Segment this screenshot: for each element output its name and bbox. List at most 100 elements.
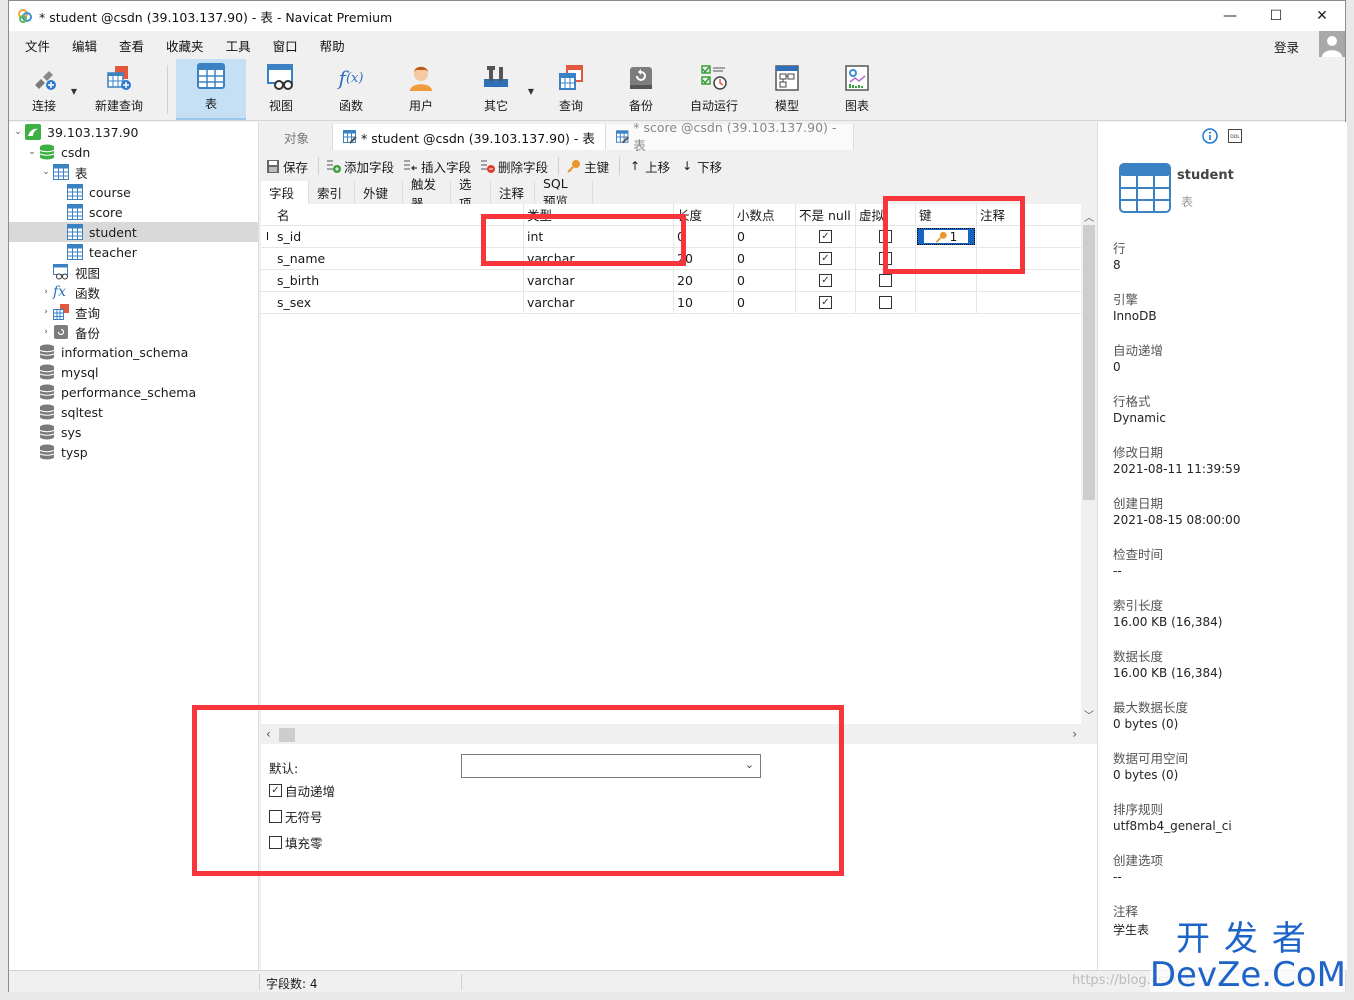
login-link[interactable]: 登录: [1274, 37, 1299, 56]
tab-student-table[interactable]: * student @csdn (39.103.137.90) - 表: [333, 124, 606, 150]
virtual-checkbox[interactable]: [879, 296, 892, 309]
field-length-cell[interactable]: 20: [674, 270, 734, 291]
header-name[interactable]: 名: [274, 204, 524, 225]
save-button[interactable]: 保存: [266, 157, 308, 176]
field-type-cell[interactable]: varchar: [524, 292, 674, 313]
default-value-select[interactable]: ⌄: [461, 754, 761, 778]
menu-edit[interactable]: 编辑: [61, 36, 108, 55]
tree-table-student[interactable]: student: [9, 222, 258, 242]
field-name-cell[interactable]: s_birth: [274, 270, 524, 291]
tree-database-mysql[interactable]: mysql: [9, 362, 258, 382]
info-icon[interactable]: [1202, 128, 1218, 144]
chevron-right-icon[interactable]: ›: [39, 287, 53, 297]
scroll-right-icon[interactable]: ›: [1072, 727, 1077, 741]
unsigned-option[interactable]: 无符号: [269, 807, 323, 826]
model-button[interactable]: 模型: [752, 59, 822, 120]
chevron-down-icon[interactable]: ⌄: [11, 127, 25, 137]
tree-backups-group[interactable]: › 备份: [9, 322, 258, 342]
tab-options[interactable]: 选项: [451, 177, 491, 211]
chevron-right-icon[interactable]: ›: [39, 307, 53, 317]
field-decimals-cell[interactable]: 0: [734, 270, 796, 291]
field-row[interactable]: s_birth varchar 20 0 ✓: [261, 270, 1081, 292]
header-decimals[interactable]: 小数点: [734, 204, 796, 225]
unsigned-checkbox[interactable]: [269, 810, 282, 823]
menu-window[interactable]: 窗口: [262, 36, 309, 55]
header-length[interactable]: 长度: [674, 204, 734, 225]
grid-vertical-scrollbar[interactable]: ︿ ﹀: [1081, 209, 1097, 724]
query-button[interactable]: 查询: [536, 59, 606, 120]
zerofill-option[interactable]: 填充零: [269, 833, 323, 852]
header-virtual[interactable]: 虚拟: [856, 204, 916, 225]
scrollbar-thumb[interactable]: [1083, 225, 1095, 500]
tab-score-table[interactable]: * score @csdn (39.103.137.90) - 表: [605, 120, 854, 153]
key-cell[interactable]: 1: [916, 226, 977, 247]
virtual-checkbox[interactable]: [879, 252, 892, 265]
key-cell[interactable]: [916, 248, 977, 269]
tab-indexes[interactable]: 索引: [309, 181, 355, 204]
field-row[interactable]: I s_id int 0 0 ✓ 1: [261, 226, 1081, 248]
field-type-cell[interactable]: int: [524, 226, 674, 247]
scroll-up-icon[interactable]: ︿: [1084, 209, 1094, 224]
field-length-cell[interactable]: 0: [674, 226, 734, 247]
other-button[interactable]: 其它 ▼: [456, 59, 536, 120]
tree-tables-group[interactable]: ⌄ 表: [9, 162, 258, 182]
virtual-checkbox[interactable]: [879, 274, 892, 287]
user-avatar-icon[interactable]: [1319, 31, 1345, 57]
move-down-button[interactable]: ↓ 下移: [680, 157, 722, 176]
chevron-down-icon[interactable]: ⌄: [745, 758, 754, 771]
key-cell-selected[interactable]: 1: [917, 228, 975, 245]
chevron-right-icon[interactable]: ›: [39, 327, 53, 337]
field-comment-cell[interactable]: [977, 248, 1077, 269]
field-comment-cell[interactable]: [977, 292, 1077, 313]
field-name-cell[interactable]: s_sex: [274, 292, 524, 313]
chart-button[interactable]: 图表: [822, 59, 892, 120]
other-dropdown-icon[interactable]: ▼: [528, 87, 534, 96]
function-button[interactable]: f (x) 函数: [316, 59, 386, 120]
tree-database-performance-schema[interactable]: performance_schema: [9, 382, 258, 402]
not-null-checkbox[interactable]: ✓: [819, 252, 832, 265]
tree-views-group[interactable]: 视图: [9, 262, 258, 282]
tree-table-course[interactable]: course: [9, 182, 258, 202]
tab-triggers[interactable]: 触发器: [403, 177, 451, 211]
backup-button[interactable]: 备份: [606, 59, 676, 120]
field-comment-cell[interactable]: [977, 226, 1077, 247]
field-length-cell[interactable]: 10: [674, 292, 734, 313]
menu-help[interactable]: 帮助: [309, 36, 356, 55]
field-name-cell[interactable]: s_name: [274, 248, 524, 269]
menu-view[interactable]: 查看: [108, 36, 155, 55]
add-field-button[interactable]: 添加字段: [327, 157, 394, 176]
tree-database-information-schema[interactable]: information_schema: [9, 342, 258, 362]
header-comment[interactable]: 注释: [977, 204, 1077, 225]
primary-key-button[interactable]: 主键: [567, 157, 609, 176]
menu-tools[interactable]: 工具: [215, 36, 262, 55]
not-null-checkbox[interactable]: ✓: [819, 274, 832, 287]
tab-foreign-keys[interactable]: 外键: [355, 181, 403, 204]
view-button[interactable]: 视图: [246, 59, 316, 120]
zerofill-checkbox[interactable]: [269, 836, 282, 849]
not-null-checkbox[interactable]: ✓: [819, 230, 832, 243]
move-up-button[interactable]: ↑ 上移: [628, 157, 670, 176]
connect-button[interactable]: 连接 ▼: [9, 59, 79, 120]
field-comment-cell[interactable]: [977, 270, 1077, 291]
tree-functions-group[interactable]: › fx 函数: [9, 282, 258, 302]
virtual-checkbox[interactable]: [879, 230, 892, 243]
scroll-down-icon[interactable]: ﹀: [1084, 707, 1094, 722]
tab-sql-preview[interactable]: SQL 预览: [535, 176, 593, 209]
table-button[interactable]: 表: [176, 59, 246, 120]
user-button[interactable]: 用户: [386, 59, 456, 120]
menu-favorites[interactable]: 收藏夹: [155, 36, 215, 55]
field-length-cell[interactable]: 20: [674, 248, 734, 269]
automation-button[interactable]: 自动运行: [676, 59, 752, 120]
tree-queries-group[interactable]: › 查询: [9, 302, 258, 322]
tree-connection[interactable]: ⌄ 39.103.137.90: [9, 122, 258, 142]
key-cell[interactable]: [916, 270, 977, 291]
maximize-button[interactable]: ☐: [1253, 1, 1299, 31]
connect-dropdown-icon[interactable]: ▼: [71, 87, 77, 96]
field-type-cell[interactable]: varchar: [524, 248, 674, 269]
grid-horizontal-scrollbar[interactable]: ‹ ›: [261, 726, 1097, 744]
auto-increment-option[interactable]: ✓ 自动递增: [269, 781, 335, 800]
tree-database-sqltest[interactable]: sqltest: [9, 402, 258, 422]
tab-objects[interactable]: 对象: [261, 124, 333, 150]
minimize-button[interactable]: —: [1207, 1, 1253, 31]
field-decimals-cell[interactable]: 0: [734, 292, 796, 313]
